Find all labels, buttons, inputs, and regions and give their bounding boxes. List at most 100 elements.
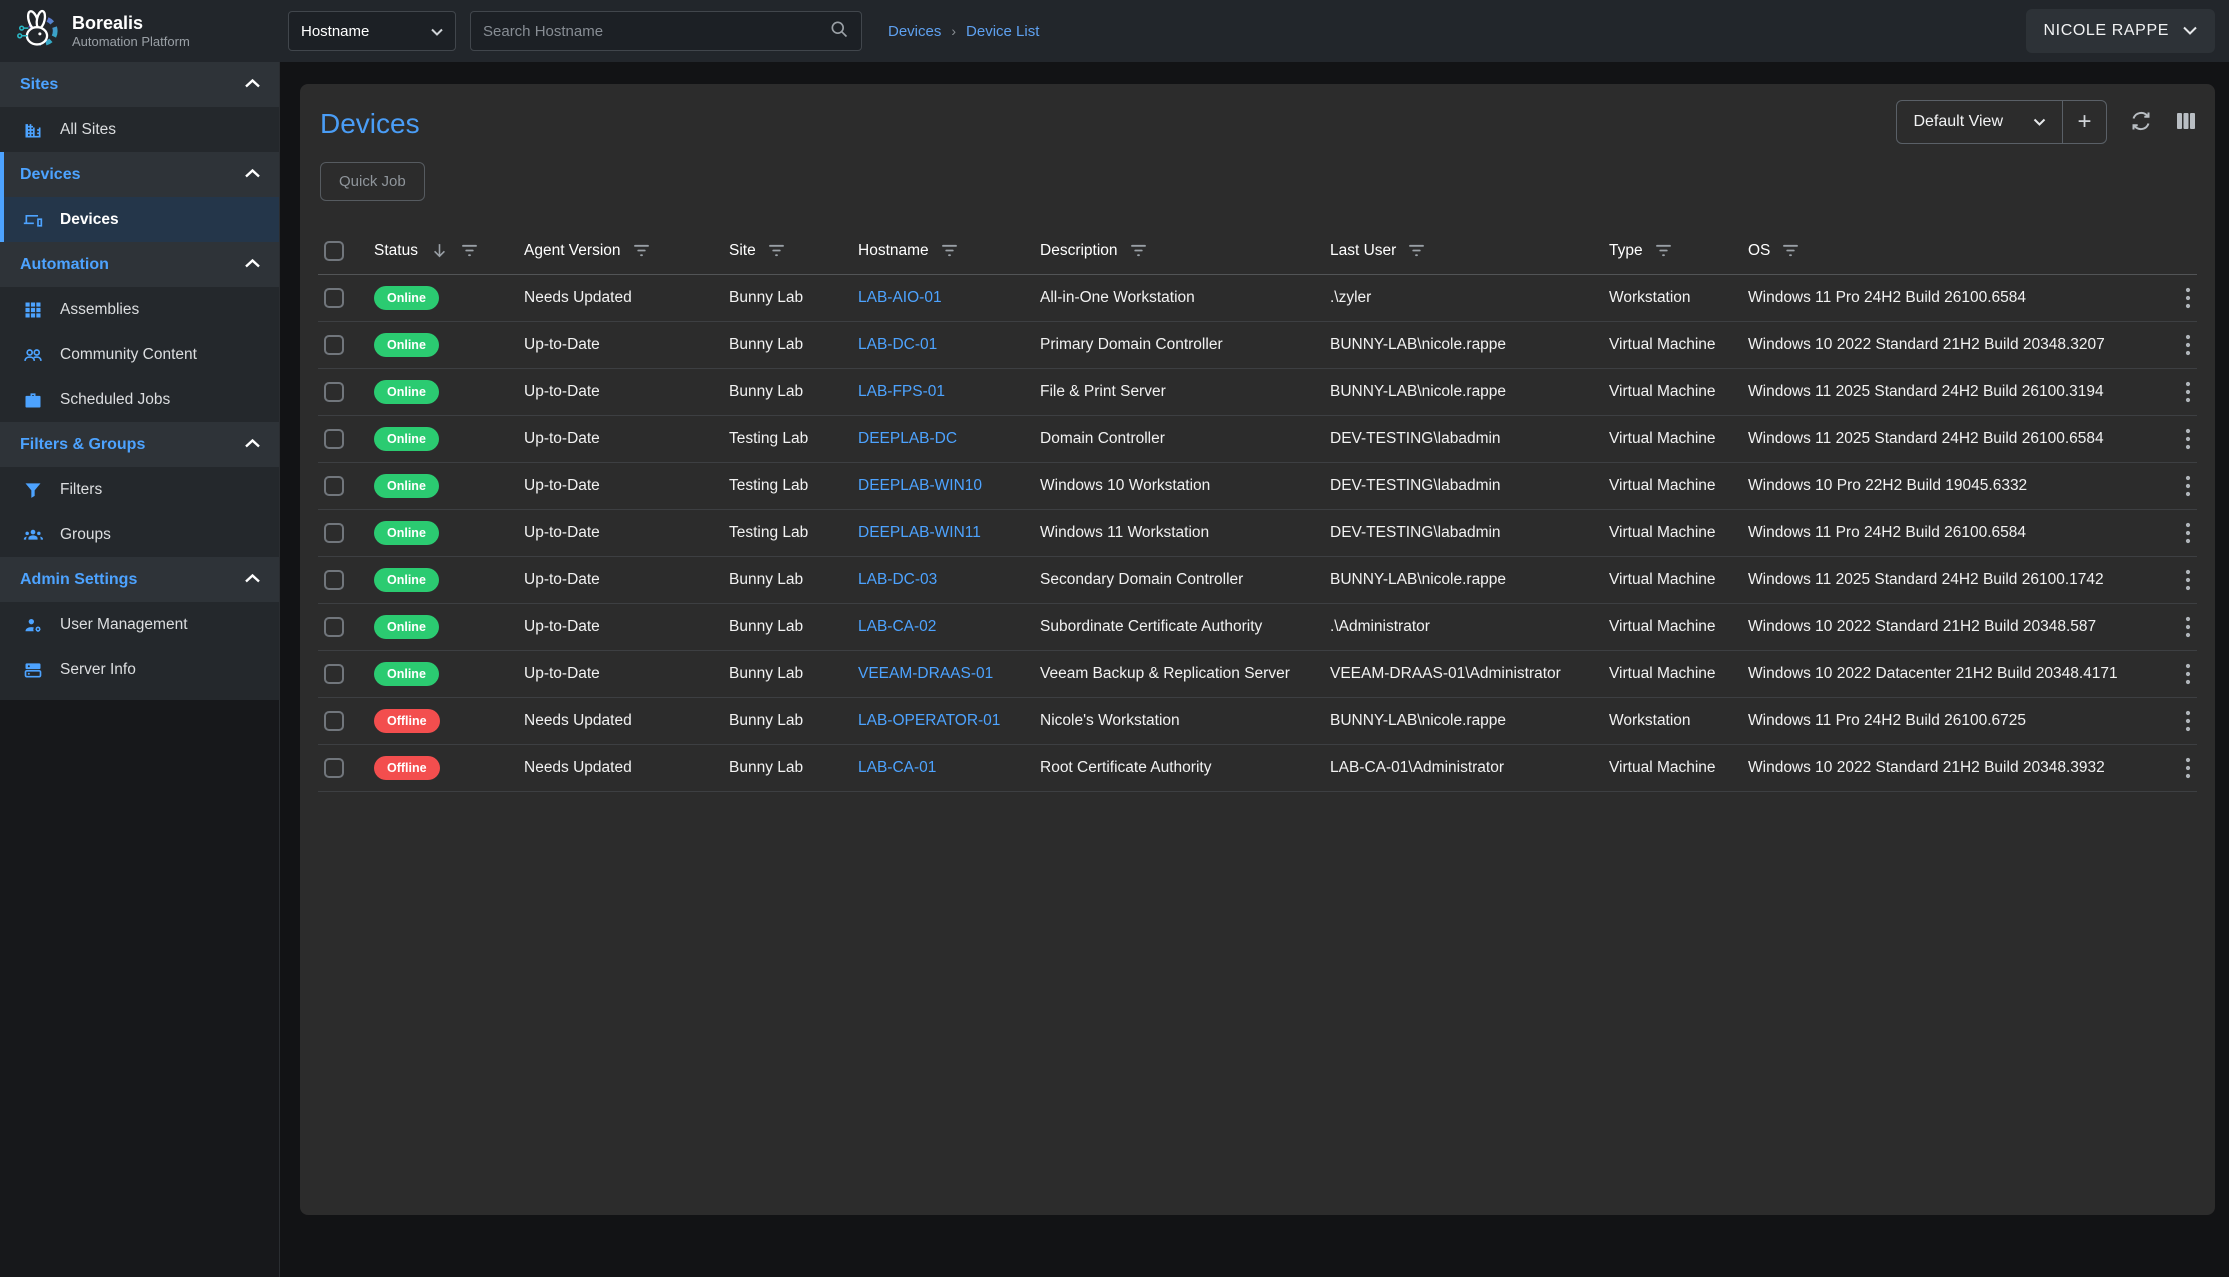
cell-hostname[interactable]: LAB-DC-03 — [858, 571, 1040, 589]
cell-type: Virtual Machine — [1609, 571, 1748, 589]
user-gear-icon — [22, 614, 44, 636]
user-menu-button[interactable]: NICOLE RAPPE — [2026, 9, 2215, 53]
columns-icon — [2175, 110, 2197, 135]
sidebar-section-sites[interactable]: Sites — [0, 62, 279, 107]
row-actions-kebab-icon[interactable] — [2185, 522, 2191, 544]
cell-hostname[interactable]: LAB-FPS-01 — [858, 383, 1040, 401]
add-view-button[interactable]: + — [2062, 101, 2106, 143]
table-row: OnlineUp-to-DateBunny LabLAB-FPS-01File … — [318, 369, 2197, 416]
sidebar-item-assemblies[interactable]: Assemblies — [0, 287, 279, 332]
sidebar-item-scheduled-jobs[interactable]: Scheduled Jobs — [0, 377, 279, 422]
status-badge: Online — [374, 380, 439, 404]
row-checkbox[interactable] — [324, 429, 344, 449]
column-header-hostname[interactable]: Hostname — [858, 242, 1040, 260]
cell-type: Virtual Machine — [1609, 665, 1748, 683]
row-actions-kebab-icon[interactable] — [2185, 334, 2191, 356]
sidebar-section-devices[interactable]: Devices — [0, 152, 279, 197]
filter-icon[interactable] — [941, 244, 958, 257]
brand-name: Borealis — [72, 13, 190, 34]
row-actions-kebab-icon[interactable] — [2185, 569, 2191, 591]
row-checkbox[interactable] — [324, 288, 344, 308]
row-actions-kebab-icon[interactable] — [2185, 663, 2191, 685]
cell-hostname[interactable]: LAB-AIO-01 — [858, 289, 1040, 307]
column-header-os[interactable]: OS — [1748, 242, 2157, 260]
breadcrumb-device-list[interactable]: Device List — [966, 23, 1039, 40]
column-header-agent-version[interactable]: Agent Version — [524, 242, 729, 260]
row-checkbox[interactable] — [324, 617, 344, 637]
cell-os: Windows 10 2022 Datacenter 21H2 Build 20… — [1748, 665, 2157, 683]
cell-hostname[interactable]: VEEAM-DRAAS-01 — [858, 665, 1040, 683]
table-row: OnlineUp-to-DateBunny LabVEEAM-DRAAS-01V… — [318, 651, 2197, 698]
row-actions-kebab-icon[interactable] — [2185, 287, 2191, 309]
cell-hostname[interactable]: LAB-DC-01 — [858, 336, 1040, 354]
cell-hostname[interactable]: LAB-CA-01 — [858, 759, 1040, 777]
status-badge: Offline — [374, 709, 440, 733]
cell-hostname[interactable]: LAB-CA-02 — [858, 618, 1040, 636]
sidebar: SitesAll SitesDevicesDevicesAutomationAs… — [0, 62, 280, 1277]
cell-site: Testing Lab — [729, 477, 858, 495]
status-badge: Online — [374, 333, 439, 357]
refresh-button[interactable] — [2129, 109, 2153, 136]
filter-icon[interactable] — [1782, 244, 1799, 257]
search-input[interactable] — [483, 23, 829, 40]
filter-icon[interactable] — [461, 244, 478, 257]
filter-icon[interactable] — [1130, 244, 1147, 257]
row-checkbox[interactable] — [324, 664, 344, 684]
sidebar-item-user-management[interactable]: User Management — [0, 602, 279, 647]
cell-hostname[interactable]: DEEPLAB-DC — [858, 430, 1040, 448]
chevron-up-icon — [244, 436, 261, 454]
sidebar-section-automation[interactable]: Automation — [0, 242, 279, 287]
sidebar-item-server-info[interactable]: Server Info — [0, 647, 279, 692]
sidebar-item-all-sites[interactable]: All Sites — [0, 107, 279, 152]
row-actions-kebab-icon[interactable] — [2185, 616, 2191, 638]
filter-icon[interactable] — [633, 244, 650, 257]
filter-icon[interactable] — [1655, 244, 1672, 257]
table-row: OnlineUp-to-DateTesting LabDEEPLAB-DCDom… — [318, 416, 2197, 463]
cell-last-user: VEEAM-DRAAS-01\Administrator — [1330, 665, 1609, 683]
sidebar-item-filters[interactable]: Filters — [0, 467, 279, 512]
row-actions-kebab-icon[interactable] — [2185, 381, 2191, 403]
breadcrumb-devices[interactable]: Devices — [888, 23, 941, 40]
sidebar-item-groups[interactable]: Groups — [0, 512, 279, 557]
sidebar-section-filters-groups[interactable]: Filters & Groups — [0, 422, 279, 467]
row-checkbox[interactable] — [324, 523, 344, 543]
sidebar-item-community-content[interactable]: Community Content — [0, 332, 279, 377]
table-row: OnlineUp-to-DateBunny LabLAB-CA-02Subord… — [318, 604, 2197, 651]
sidebar-item-label: All Sites — [60, 121, 116, 139]
cell-agent-version: Up-to-Date — [524, 618, 729, 636]
column-header-type[interactable]: Type — [1609, 242, 1748, 260]
cell-hostname[interactable]: DEEPLAB-WIN10 — [858, 477, 1040, 495]
row-checkbox[interactable] — [324, 570, 344, 590]
column-header-last-user[interactable]: Last User — [1330, 242, 1609, 260]
cell-hostname[interactable]: LAB-OPERATOR-01 — [858, 712, 1040, 730]
search-category-select[interactable]: Hostname — [288, 11, 456, 51]
table-row: OnlineUp-to-DateTesting LabDEEPLAB-WIN10… — [318, 463, 2197, 510]
column-header-status[interactable]: Status — [374, 241, 524, 260]
row-checkbox[interactable] — [324, 335, 344, 355]
quick-job-button[interactable]: Quick Job — [320, 162, 425, 201]
row-checkbox[interactable] — [324, 476, 344, 496]
sidebar-section-admin-settings[interactable]: Admin Settings — [0, 557, 279, 602]
select-all-checkbox[interactable] — [324, 241, 344, 261]
columns-button[interactable] — [2175, 110, 2197, 135]
column-header-label: Status — [374, 242, 418, 260]
cell-hostname[interactable]: DEEPLAB-WIN11 — [858, 524, 1040, 542]
row-actions-kebab-icon[interactable] — [2185, 710, 2191, 732]
column-header-description[interactable]: Description — [1040, 242, 1330, 260]
row-actions-kebab-icon[interactable] — [2185, 757, 2191, 779]
filter-icon[interactable] — [1408, 244, 1425, 257]
filter-icon[interactable] — [768, 244, 785, 257]
row-actions-kebab-icon[interactable] — [2185, 475, 2191, 497]
cell-agent-version: Up-to-Date — [524, 383, 729, 401]
column-header-site[interactable]: Site — [729, 242, 858, 260]
sidebar-section-label: Devices — [20, 166, 81, 184]
chevron-down-icon — [2183, 22, 2197, 40]
sidebar-item-devices[interactable]: Devices — [0, 197, 279, 242]
row-checkbox[interactable] — [324, 758, 344, 778]
topbar: Borealis Automation Platform Hostname De… — [0, 0, 2229, 62]
view-selector-dropdown[interactable]: Default View — [1897, 101, 2062, 143]
table-row: OnlineUp-to-DateBunny LabLAB-DC-03Second… — [318, 557, 2197, 604]
row-actions-kebab-icon[interactable] — [2185, 428, 2191, 450]
row-checkbox[interactable] — [324, 382, 344, 402]
row-checkbox[interactable] — [324, 711, 344, 731]
